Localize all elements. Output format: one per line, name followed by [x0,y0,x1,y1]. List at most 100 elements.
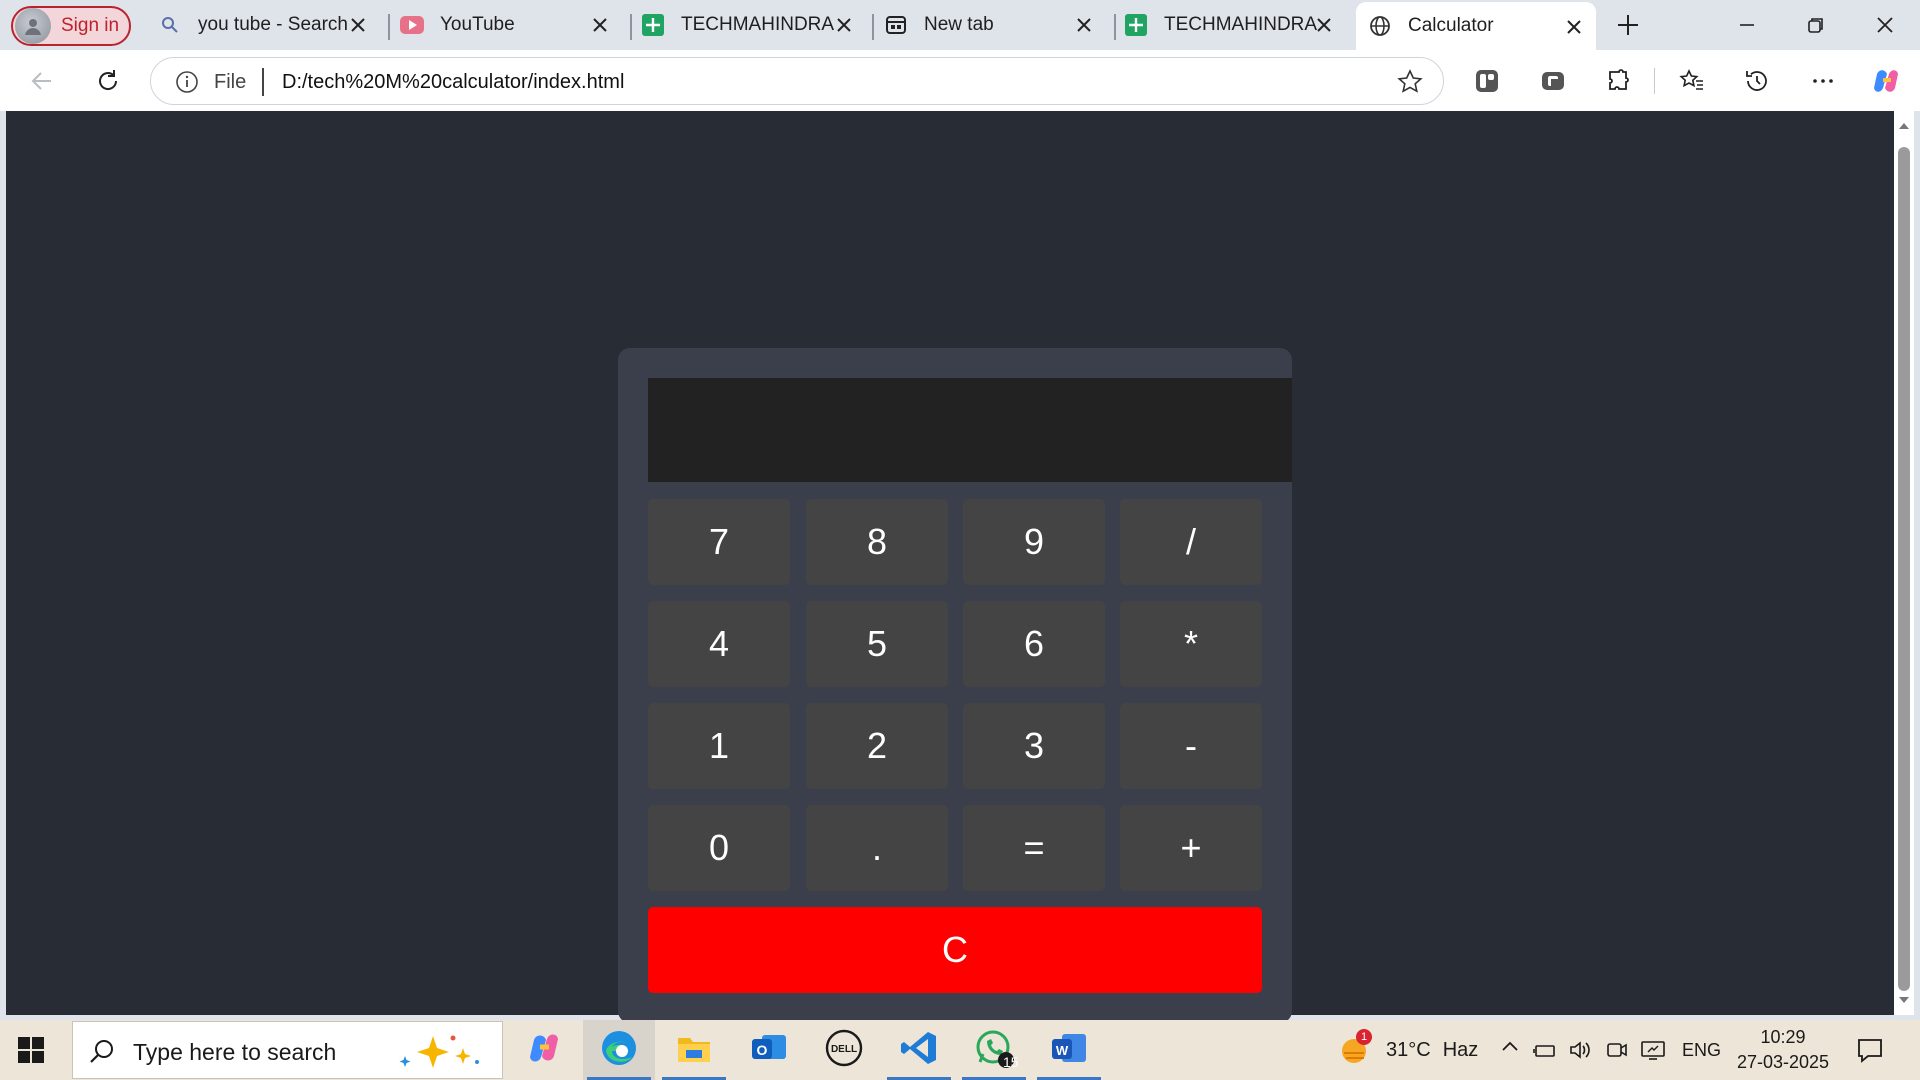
youtube-icon [400,13,424,37]
browser-toolbar: File D:/tech%20M%20calculator/index.html [0,50,1920,111]
clock[interactable]: 10:29 27-03-2025 [1735,1020,1831,1080]
history-icon[interactable] [1740,64,1774,98]
word-icon: W [1050,1031,1088,1070]
tab-youtube[interactable]: YouTube [400,0,622,50]
key-multiply[interactable]: * [1120,601,1262,687]
info-icon[interactable] [175,70,199,94]
close-icon[interactable] [346,13,370,37]
key-add[interactable]: + [1120,805,1262,891]
restore-button[interactable] [1800,9,1832,41]
url-text[interactable]: D:/tech%20M%20calculator/index.html [282,71,624,94]
scrollbar-thumb[interactable] [1898,147,1910,991]
scroll-down-arrow-icon[interactable] [1897,993,1911,1007]
key-7[interactable]: 7 [648,499,790,585]
key-equals[interactable]: = [963,805,1105,891]
new-tab-button[interactable] [1612,9,1644,41]
taskbar-dell[interactable]: DELL [808,1020,880,1080]
split-screen-icon[interactable] [1470,64,1504,98]
tab-new-tab[interactable]: New tab [884,0,1106,50]
weather-widget[interactable]: 1 31°C Haz [1338,1020,1481,1080]
globe-icon [1368,14,1392,38]
favorite-star-icon[interactable] [1397,69,1423,95]
taskbar-word[interactable]: W [1033,1020,1105,1080]
tab-title: TECHMAHINDRA C [681,14,836,35]
close-icon[interactable] [832,13,856,37]
tab-title: YouTube [440,14,515,35]
taskbar-edge[interactable] [583,1020,655,1080]
vertical-scrollbar[interactable] [1894,111,1914,1015]
refresh-button[interactable] [91,64,125,98]
taskbar-whatsapp[interactable]: 15 [958,1020,1030,1080]
key-8[interactable]: 8 [806,499,948,585]
copilot-icon [526,1030,562,1071]
extensions-icon[interactable] [1602,64,1636,98]
close-icon[interactable] [1312,13,1336,37]
key-5[interactable]: 5 [806,601,948,687]
collections-icon[interactable] [1536,64,1570,98]
profile-avatar-icon [15,8,51,44]
tab-title: you tube - Search [198,14,348,35]
favorites-icon[interactable] [1675,64,1709,98]
close-window-button[interactable] [1869,9,1901,41]
key-2[interactable]: 2 [806,703,948,789]
copilot-icon[interactable] [1869,64,1903,98]
tab-title: TECHMAHINDRA C [1164,14,1319,35]
key-decimal[interactable]: . [806,805,948,891]
url-scheme-label: File [214,71,247,93]
taskbar-search-box[interactable]: Type here to search [72,1021,503,1079]
divider [262,68,264,96]
taskbar-copilot[interactable] [508,1020,580,1080]
key-divide[interactable]: / [1120,499,1262,585]
tab-title: New tab [924,14,994,35]
clear-button[interactable]: C [648,907,1262,993]
toolbar-divider [1654,68,1655,94]
key-subtract[interactable]: - [1120,703,1262,789]
windows-start-icon[interactable] [18,1037,44,1063]
more-options-icon[interactable] [1806,64,1840,98]
taskbar-vscode[interactable] [883,1020,955,1080]
svg-text:O: O [757,1042,768,1058]
svg-text:DELL: DELL [831,1044,857,1055]
key-4[interactable]: 4 [648,601,790,687]
clock-time: 10:29 [1760,1027,1806,1047]
key-0[interactable]: 0 [648,805,790,891]
tab-calculator[interactable]: Calculator [1356,2,1596,50]
show-hidden-icons-button[interactable] [1500,1020,1520,1080]
meet-now-icon[interactable] [1605,1020,1629,1080]
volume-icon[interactable] [1568,1020,1592,1080]
close-icon[interactable] [1562,15,1586,39]
back-button[interactable] [25,64,59,98]
outlook-icon: O [750,1031,788,1070]
svg-text:W: W [1056,1043,1069,1058]
tab-separator [630,14,632,40]
taskbar-file-explorer[interactable] [658,1020,730,1080]
notification-center-icon[interactable] [1856,1020,1884,1080]
minimize-button[interactable] [1731,9,1763,41]
tab-techmahindra-2[interactable]: TECHMAHINDRA C [1124,0,1346,50]
calculator-panel: 7 8 9 / 4 5 6 * 1 2 3 - 0 . = + C [618,348,1292,1023]
key-9[interactable]: 9 [963,499,1105,585]
page-viewport: 7 8 9 / 4 5 6 * 1 2 3 - 0 . = + C [6,111,1894,1023]
network-icon[interactable] [1533,1020,1557,1080]
vscode-icon [900,1029,938,1072]
profile-sign-in-button[interactable]: Sign in [11,6,131,46]
key-1[interactable]: 1 [648,703,790,789]
address-bar[interactable]: File D:/tech%20M%20calculator/index.html [150,57,1444,105]
close-icon[interactable] [588,13,612,37]
taskbar-outlook[interactable]: O [733,1020,805,1080]
dell-icon: DELL [825,1029,863,1072]
close-icon[interactable] [1072,13,1096,37]
key-3[interactable]: 3 [963,703,1105,789]
chevron-up-icon [1500,1037,1520,1063]
tab-techmahindra-1[interactable]: TECHMAHINDRA C [641,0,866,50]
file-explorer-icon [676,1032,712,1069]
clock-date: 27-03-2025 [1736,1052,1830,1072]
language-indicator[interactable]: ENG [1682,1020,1721,1080]
display-icon[interactable] [1640,1020,1666,1080]
scroll-up-arrow-icon[interactable] [1897,119,1911,133]
key-6[interactable]: 6 [963,601,1105,687]
weather-icon: 1 [1338,1029,1372,1067]
tab-separator [1114,14,1116,40]
tab-you-tube-search[interactable]: you tube - Search [158,0,380,50]
edge-icon [600,1029,638,1072]
